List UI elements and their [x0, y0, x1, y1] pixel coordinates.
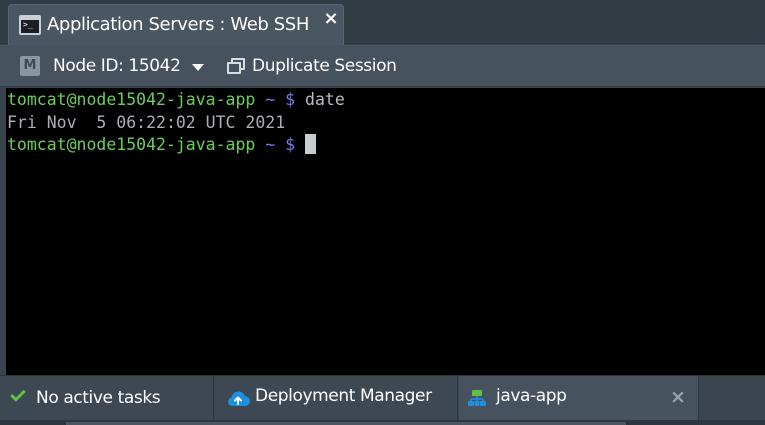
checkmark-icon [10, 386, 26, 402]
prompt-user-host: tomcat@node15042-java-app [7, 90, 256, 109]
prompt-path: ~ [265, 135, 276, 154]
terminal-icon [19, 15, 41, 35]
tab-environment-java-app[interactable]: java-app × [459, 376, 699, 420]
toolbar: M Node ID: 15042 Duplicate Session [0, 45, 765, 87]
terminal-line: tomcat@node15042-java-app ~ $ date [7, 89, 765, 112]
close-icon[interactable]: × [321, 9, 341, 29]
status-bottom-strip [0, 420, 765, 425]
tab-title: Application Servers : Web SSH [47, 14, 309, 35]
prompt-path: ~ [265, 90, 276, 109]
terminal-output[interactable]: tomcat@node15042-java-app ~ $ date Fri N… [6, 88, 765, 375]
prompt-user-host: tomcat@node15042-java-app [7, 135, 256, 154]
tab-deployment-manager[interactable]: Deployment Manager [215, 376, 458, 420]
tasks-panel[interactable]: No active tasks [0, 376, 214, 420]
prompt-symbol: $ [285, 135, 296, 154]
duplicate-windows-icon [227, 58, 245, 74]
tab-web-ssh[interactable]: Application Servers : Web SSH × [8, 4, 344, 45]
deployment-manager-label: Deployment Manager [255, 386, 432, 406]
cloud-upload-icon [228, 391, 250, 406]
prompt-symbol: $ [285, 90, 296, 109]
terminal-output-line: Fri Nov 5 06:22:02 UTC 2021 [7, 112, 286, 132]
node-m-icon: M [20, 56, 40, 76]
terminal-command: date [305, 90, 345, 109]
terminal-cursor [305, 134, 317, 154]
duplicate-session-button[interactable]: Duplicate Session [222, 51, 402, 81]
web-ssh-window: Application Servers : Web SSH × M Node I… [0, 0, 765, 425]
close-icon[interactable]: × [668, 387, 688, 407]
tasks-status-label: No active tasks [36, 388, 161, 408]
environment-label: java-app [496, 386, 567, 406]
tab-bar: Application Servers : Web SSH × [0, 0, 765, 45]
duplicate-session-label: Duplicate Session [252, 56, 397, 76]
node-selector[interactable]: Node ID: 15042 [53, 56, 181, 76]
chevron-down-icon[interactable] [192, 64, 204, 71]
status-bar: No active tasks Deployment Manager java-… [0, 375, 765, 425]
environment-topology-icon [468, 390, 486, 406]
terminal-line: tomcat@node15042-java-app ~ $ [7, 134, 765, 157]
